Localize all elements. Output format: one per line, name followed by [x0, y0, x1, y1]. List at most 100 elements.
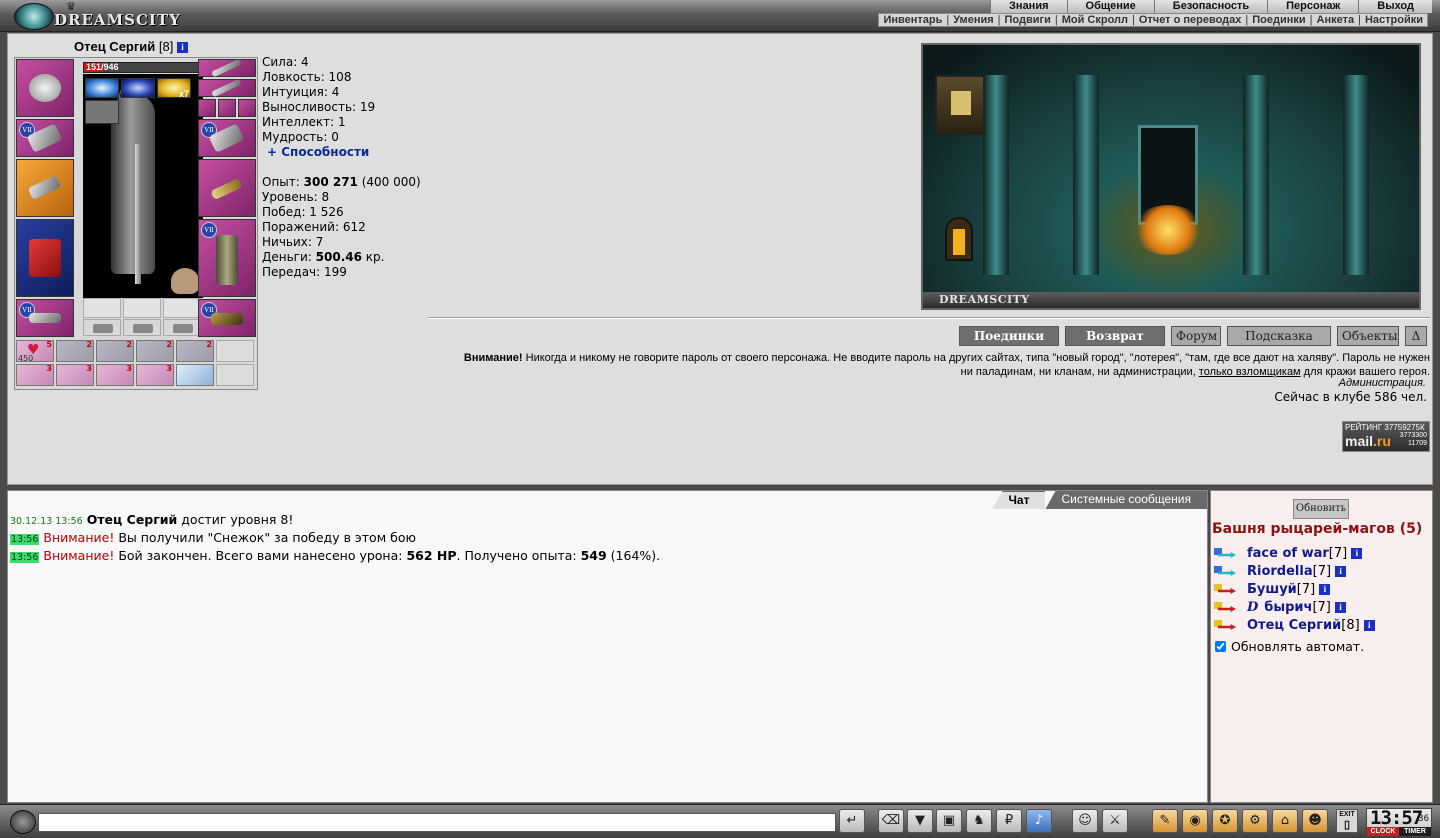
- reel-icon[interactable]: ⚙: [1242, 809, 1268, 833]
- knight-helm-icon[interactable]: ⚔: [1102, 809, 1128, 833]
- info-icon[interactable]: i: [1319, 584, 1331, 595]
- pocket-scroll-6[interactable]: 3: [56, 364, 94, 386]
- pocket-snowball[interactable]: [176, 364, 214, 386]
- submenu-inventory[interactable]: Инвентарь: [883, 14, 942, 26]
- info-icon[interactable]: i: [1363, 620, 1375, 631]
- game-clock[interactable]: 13:57 36 CLOCK TIMER: [1366, 807, 1432, 837]
- objects-button[interactable]: Объекты: [1337, 326, 1399, 346]
- lock-icon[interactable]: ⌂: [1272, 809, 1298, 833]
- submenu-profile[interactable]: Анкета: [1317, 14, 1355, 26]
- submenu-scroll[interactable]: Мой Скролл: [1062, 14, 1128, 26]
- private-icon[interactable]: ₽: [996, 809, 1022, 833]
- pocket-empty-2[interactable]: [216, 364, 254, 386]
- belt-pocket-2[interactable]: [123, 319, 161, 336]
- friends-icon[interactable]: ☻: [1302, 809, 1328, 833]
- lantern-object[interactable]: [945, 217, 973, 261]
- pet-bag-icon[interactable]: [85, 100, 119, 124]
- ring-slot-1[interactable]: [83, 298, 121, 318]
- amulet-slot[interactable]: [198, 78, 256, 98]
- tab-system-messages[interactable]: Системные сообщения: [1045, 491, 1207, 509]
- save-log-icon[interactable]: ▣: [936, 809, 962, 833]
- eraser-icon[interactable]: ⌫: [878, 809, 904, 833]
- pocket-scroll-7[interactable]: 3: [96, 364, 134, 386]
- effect-frost-icon[interactable]: [85, 78, 119, 98]
- hp-bar: 151/946: [83, 62, 203, 73]
- message-author[interactable]: Отец Сергий: [87, 512, 178, 527]
- ring-slot-a[interactable]: [198, 99, 216, 117]
- message-timestamp[interactable]: 30.12.13 13:56: [10, 516, 83, 527]
- info-icon[interactable]: i: [1335, 566, 1347, 577]
- banner-object[interactable]: [935, 75, 985, 135]
- ring-slot-c[interactable]: [238, 99, 256, 117]
- bracers-slot[interactable]: VII: [16, 119, 74, 157]
- auto-refresh-checkbox[interactable]: [1215, 641, 1226, 652]
- tab-chat[interactable]: Чат: [992, 491, 1046, 509]
- menu-exit[interactable]: Выход: [1358, 0, 1432, 13]
- submenu-feats[interactable]: Подвиги: [1005, 14, 1051, 26]
- info-icon[interactable]: i: [1335, 602, 1347, 613]
- clan-emblem-icon[interactable]: D: [1247, 600, 1258, 615]
- pocket-scroll-1[interactable]: 2: [56, 340, 94, 362]
- pocket-scroll-4[interactable]: 2: [176, 340, 214, 362]
- menu-communication[interactable]: Общение: [1066, 0, 1154, 13]
- helmet-slot[interactable]: [16, 59, 74, 117]
- send-icon[interactable]: ↵: [839, 809, 865, 833]
- location-image[interactable]: DREAMSCITY: [921, 43, 1421, 310]
- timer-tab[interactable]: TIMER: [1399, 827, 1431, 836]
- submenu-settings[interactable]: Настройки: [1365, 14, 1423, 26]
- mailru-rating-counter[interactable]: РЕЙТИНГ 37759275К mail.ru 3773300 11709: [1342, 421, 1430, 452]
- belt-pocket-1[interactable]: [83, 319, 121, 336]
- auto-refresh-toggle[interactable]: Обновлять автомат.: [1215, 639, 1364, 654]
- weapon-slot[interactable]: [16, 159, 74, 217]
- pocket-empty-1[interactable]: [216, 340, 254, 362]
- message-timestamp[interactable]: 13:56: [10, 534, 40, 545]
- clock-tab[interactable]: CLOCK: [1367, 827, 1399, 836]
- stat-experience: Опыт: 300 271 (400 000): [262, 175, 421, 189]
- menu-security[interactable]: Безопасность: [1153, 0, 1268, 13]
- ring-slot-3[interactable]: [163, 298, 201, 318]
- submenu-skills[interactable]: Умения: [953, 14, 993, 26]
- offhand-slot[interactable]: [198, 159, 256, 217]
- sound-icon[interactable]: ♪: [1026, 809, 1052, 833]
- pocket-scroll-8[interactable]: 3: [136, 364, 174, 386]
- quill-icon[interactable]: ✎: [1152, 809, 1178, 833]
- abilities-link[interactable]: + Способности: [262, 145, 421, 160]
- menu-character[interactable]: Персонаж: [1267, 0, 1359, 13]
- belt-pocket-3[interactable]: [163, 319, 201, 336]
- duels-button[interactable]: Поединки: [959, 326, 1059, 346]
- effect-gold-icon[interactable]: x7: [157, 78, 191, 99]
- gloves-slot[interactable]: VII: [198, 119, 256, 157]
- pocket-scroll-5[interactable]: 3: [16, 364, 54, 386]
- earring-slot[interactable]: [198, 58, 256, 78]
- belt-slot[interactable]: VII: [16, 299, 74, 337]
- trader-icon[interactable]: ♞: [966, 809, 992, 833]
- delta-button[interactable]: Δ: [1405, 326, 1427, 346]
- logo[interactable]: ♛ DREAMSCITY: [10, 0, 180, 32]
- filter-icon[interactable]: ▼: [907, 809, 933, 833]
- pocket-scroll-3[interactable]: 2: [136, 340, 174, 362]
- hackers-link[interactable]: только взломщикам: [1199, 366, 1301, 378]
- message-timestamp[interactable]: 13:56: [10, 552, 40, 563]
- chat-input[interactable]: [38, 813, 836, 832]
- smiley-icon[interactable]: ☺: [1072, 809, 1098, 833]
- armor-slot[interactable]: [16, 219, 74, 297]
- effect-lightning-icon[interactable]: [121, 78, 155, 98]
- hint-button[interactable]: Подсказка: [1227, 326, 1331, 346]
- submenu-duels[interactable]: Поединки: [1252, 14, 1305, 26]
- chat-mode-icon[interactable]: [10, 810, 36, 834]
- bag-icon[interactable]: ◉: [1182, 809, 1208, 833]
- boots-slot[interactable]: VII: [198, 299, 256, 337]
- menu-knowledge[interactable]: Знания: [990, 0, 1067, 13]
- info-icon[interactable]: i: [177, 42, 188, 53]
- treasure-icon[interactable]: ✪: [1212, 809, 1238, 833]
- info-icon[interactable]: i: [1351, 548, 1363, 559]
- ring-slot-2[interactable]: [123, 298, 161, 318]
- forum-button[interactable]: Форум: [1171, 326, 1221, 346]
- refresh-button[interactable]: Обновить: [1293, 499, 1349, 519]
- ring-slot-b[interactable]: [218, 99, 236, 117]
- submenu-transfers[interactable]: Отчет о переводах: [1139, 14, 1242, 26]
- legs-slot[interactable]: VII: [198, 219, 256, 297]
- pocket-scroll-2[interactable]: 2: [96, 340, 134, 362]
- return-button[interactable]: Возврат: [1065, 326, 1165, 346]
- exit-button[interactable]: EXIT ▯: [1336, 809, 1358, 833]
